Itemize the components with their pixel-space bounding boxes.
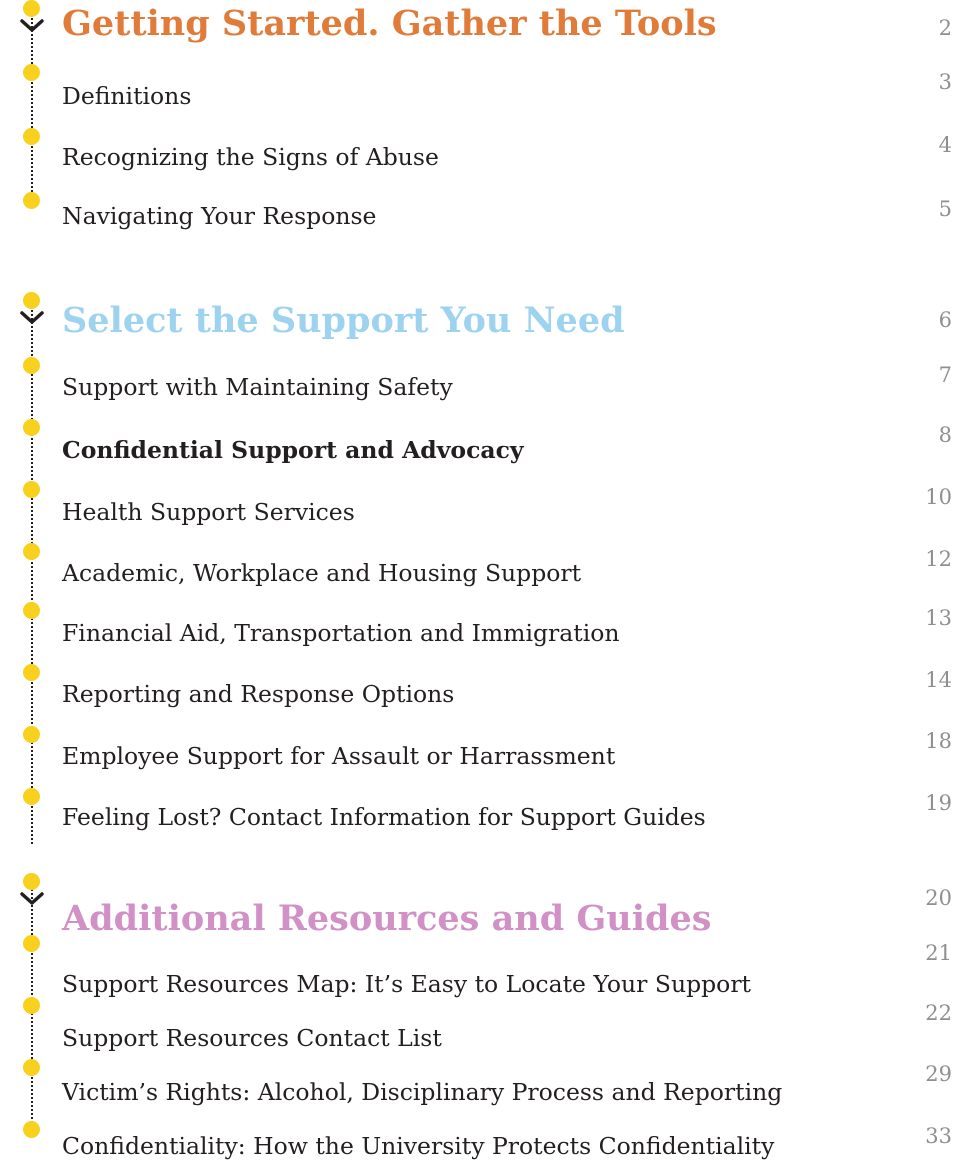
toc-entry[interactable]: Support with Maintaining Safety — [62, 371, 453, 403]
chevron-down-icon[interactable] — [20, 19, 44, 33]
toc-entry[interactable]: Support Resources Map: It’s Easy to Loca… — [62, 968, 751, 1000]
timeline-dot — [23, 0, 40, 17]
toc-entry[interactable]: Academic, Workplace and Housing Support — [62, 557, 581, 589]
timeline-dot — [23, 1121, 40, 1138]
toc-entry[interactable]: Confidential Support and Advocacy — [62, 434, 524, 466]
timeline-dot — [23, 788, 40, 805]
section-heading[interactable]: Select the Support You Need — [62, 299, 625, 343]
timeline-dot — [23, 481, 40, 498]
page-number: 29 — [925, 1062, 952, 1086]
timeline-dotted-line — [31, 299, 33, 844]
timeline-dot — [23, 997, 40, 1014]
timeline-dot — [23, 292, 40, 309]
page-number: 7 — [938, 363, 952, 387]
timeline-dotted-line — [31, 18, 33, 204]
page-number: 22 — [925, 1001, 952, 1025]
page-number: 2 — [938, 16, 952, 40]
chevron-down-icon[interactable] — [20, 892, 44, 906]
toc-entry[interactable]: Recognizing the Signs of Abuse — [62, 141, 439, 173]
table-of-contents: Getting Started. Gather the Tools 2 Defi… — [0, 0, 962, 1166]
toc-entry[interactable]: Reporting and Response Options — [62, 678, 454, 710]
page-number: 4 — [938, 133, 952, 157]
timeline-dot — [23, 64, 40, 81]
page-number: 5 — [938, 197, 952, 221]
page-number: 21 — [925, 941, 952, 965]
toc-entry[interactable]: Confidentiality: How the University Prot… — [62, 1130, 774, 1162]
page-number: 18 — [925, 729, 952, 753]
toc-entry[interactable]: Navigating Your Response — [62, 200, 376, 232]
timeline-dot — [23, 357, 40, 374]
timeline-dot — [23, 128, 40, 145]
page-number: 6 — [938, 308, 952, 332]
page-number: 33 — [925, 1124, 952, 1148]
section-heading[interactable]: Additional Resources and Guides — [62, 897, 711, 941]
toc-entry[interactable]: Victim’s Rights: Alcohol, Disciplinary P… — [62, 1076, 782, 1108]
timeline-dot — [23, 192, 40, 209]
toc-entry[interactable]: Health Support Services — [62, 496, 355, 528]
page-number: 19 — [925, 791, 952, 815]
timeline-dot — [23, 543, 40, 560]
timeline-dot — [23, 664, 40, 681]
page-number: 10 — [925, 485, 952, 509]
page-number: 13 — [925, 606, 952, 630]
toc-entry[interactable]: Definitions — [62, 80, 191, 112]
toc-entry[interactable]: Financial Aid, Transportation and Immigr… — [62, 617, 620, 649]
timeline-dot — [23, 935, 40, 952]
chevron-down-icon[interactable] — [20, 311, 44, 325]
page-number: 14 — [925, 668, 952, 692]
page-number: 12 — [925, 547, 952, 571]
toc-entry[interactable]: Support Resources Contact List — [62, 1022, 442, 1054]
timeline-dot — [23, 873, 40, 890]
page-number: 8 — [938, 423, 952, 447]
toc-entry[interactable]: Employee Support for Assault or Harrassm… — [62, 740, 615, 772]
timeline-dot — [23, 602, 40, 619]
timeline-dot — [23, 726, 40, 743]
section-heading[interactable]: Getting Started. Gather the Tools — [62, 2, 717, 46]
timeline-dot — [23, 419, 40, 436]
timeline-dot — [23, 1059, 40, 1076]
page-number: 3 — [938, 70, 952, 94]
page-number: 20 — [925, 886, 952, 910]
toc-entry[interactable]: Feeling Lost? Contact Information for Su… — [62, 801, 706, 833]
